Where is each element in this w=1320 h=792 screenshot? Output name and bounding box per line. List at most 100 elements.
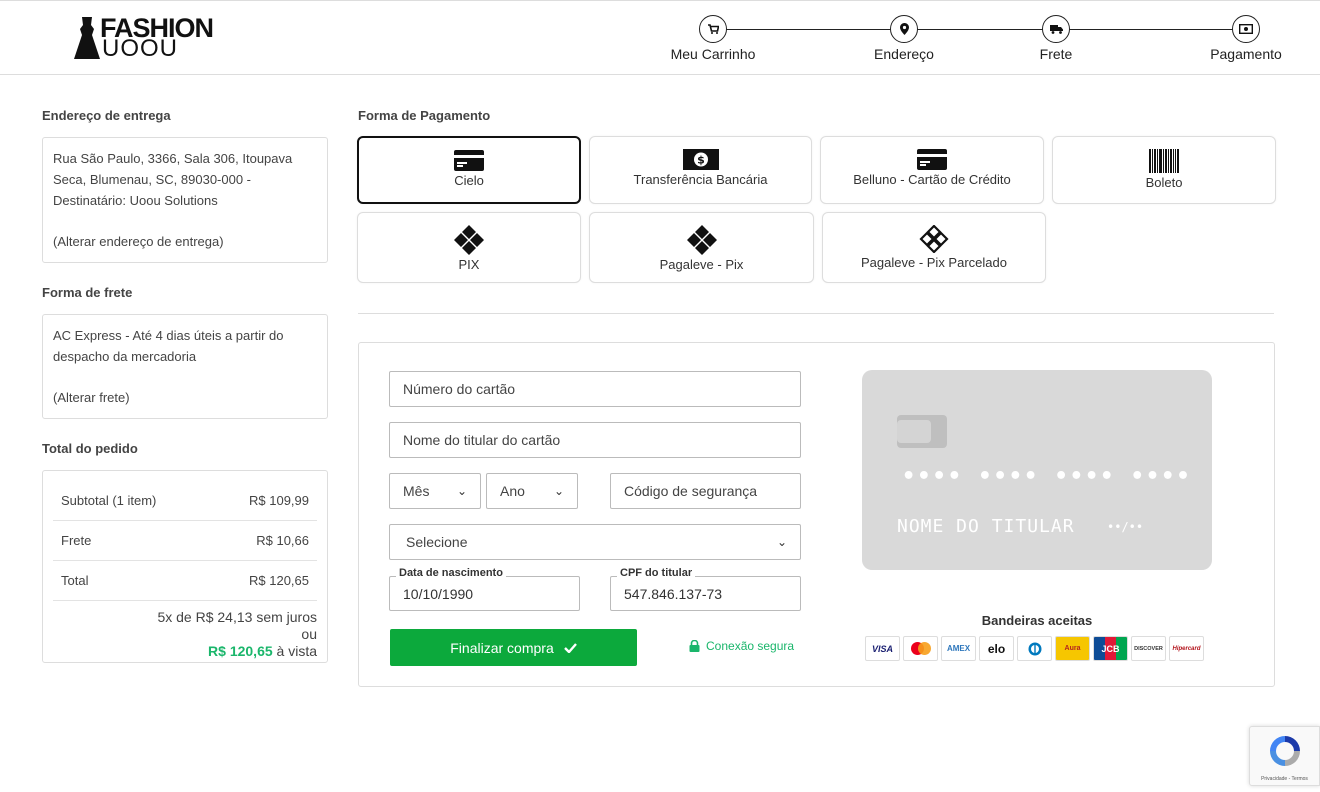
logo-text-bottom: UOOU (102, 35, 178, 62)
payment-method-belluno[interactable]: Belluno - Cartão de Crédito (820, 136, 1044, 204)
card-preview-holder: NOME DO TITULAR (897, 516, 1075, 537)
card-preview: •••• •••• •••• •••• NOME DO TITULAR ••/•… (862, 370, 1212, 570)
card-name-input[interactable]: Nome do titular do cartão (389, 422, 801, 458)
secure-text: Conexão segura (706, 639, 795, 653)
accepted-brands: VISA AMEX elo Aura JCB DISCOVER Hipercar… (865, 636, 1204, 661)
visa-icon: VISA (865, 636, 900, 661)
birth-date-input[interactable]: Data de nascimento 10/10/1990 (389, 567, 580, 611)
card-preview-number: •••• •••• •••• •••• (902, 464, 1192, 489)
summary-value: R$ 120,65 (249, 573, 309, 588)
barcode-icon (1149, 149, 1179, 173)
chevron-down-icon: ⌄ (553, 484, 564, 498)
summary-label: Subtotal (1 item) (61, 493, 157, 508)
step-cart[interactable]: Meu Carrinho (653, 15, 773, 62)
map-pin-icon (890, 15, 918, 43)
month-select-value: Mês (403, 483, 430, 499)
payment-method-name: Belluno - Cartão de Crédito (853, 172, 1011, 187)
lock-icon (689, 640, 700, 652)
payment-title: Forma de Pagamento (358, 108, 491, 123)
change-shipping-link[interactable]: (Alterar frete) (53, 387, 317, 408)
payment-method-boleto[interactable]: Boleto (1052, 136, 1276, 204)
cvv-input[interactable]: Código de segurança (610, 473, 801, 509)
step-label: Frete (1039, 46, 1073, 62)
payment-method-name: Pagaleve - Pix (659, 257, 744, 272)
summary-row-shipping: Frete R$ 10,66 (53, 521, 317, 561)
address-title: Endereço de entrega (42, 108, 171, 123)
chevron-down-icon: ⌄ (456, 484, 467, 498)
pix-icon (454, 225, 484, 255)
installments-info: 5x de R$ 24,13 sem juros ou R$ 120,65 à … (53, 601, 317, 660)
cash-price: R$ 120,65 (208, 643, 273, 659)
summary-value: R$ 10,66 (256, 533, 309, 548)
card-preview-expiry: ••/•• (1107, 520, 1144, 534)
shipping-box: AC Express - Até 4 dias úteis a partir d… (42, 314, 328, 419)
year-select-value: Ano (500, 483, 525, 499)
address-box: Rua São Paulo, 3366, Sala 306, Itoupava … (42, 137, 328, 263)
finish-button-label: Finalizar compra (450, 639, 554, 656)
birth-date-value: 10/10/1990 (403, 585, 474, 602)
svg-text:$: $ (697, 154, 705, 167)
header: FASHION UOOU Meu Carrinho Endereço Frete (0, 1, 1320, 75)
payment-method-name: Transferência Bancária (633, 172, 768, 187)
change-address-link[interactable]: (Alterar endereço de entrega) (53, 231, 317, 252)
card-form: Número do cartão Nome do titular do cart… (358, 342, 1275, 687)
pix-icon (686, 225, 717, 255)
recaptcha-badge[interactable]: Privacidade - Termos (1249, 726, 1320, 786)
store-logo[interactable]: FASHION UOOU (72, 13, 214, 63)
birth-date-label: Data de nascimento (396, 567, 506, 579)
section-divider (358, 313, 1274, 314)
payment-method-pix[interactable]: PIX (357, 212, 581, 283)
secure-connection: Conexão segura (689, 639, 794, 653)
address-text: Rua São Paulo, 3366, Sala 306, Itoupava … (53, 151, 293, 208)
payment-method-name: Cielo (454, 173, 484, 188)
installments-or: ou (301, 626, 317, 642)
recaptcha-icon (1269, 736, 1300, 766)
money-icon (1232, 15, 1260, 43)
hipercard-icon: Hipercard (1169, 636, 1204, 661)
aura-icon: Aura (1055, 636, 1090, 661)
cart-icon (699, 15, 727, 43)
payment-method-name: Boleto (1145, 175, 1183, 190)
month-select[interactable]: Mês ⌄ (389, 473, 481, 509)
discover-icon: DISCOVER (1131, 636, 1166, 661)
summary-label: Total (61, 573, 89, 588)
dress-icon (74, 17, 100, 59)
money-bill-icon: $ (682, 149, 719, 170)
payment-method-bank-transfer[interactable]: $ Transferência Bancária (589, 136, 812, 204)
cpf-input[interactable]: CPF do titular 547.846.137-73 (610, 567, 801, 611)
elo-icon: elo (979, 636, 1014, 661)
step-label: Meu Carrinho (670, 46, 756, 62)
checkout-steps: Meu Carrinho Endereço Frete Pagamento (671, 15, 1282, 65)
mastercard-icon (903, 636, 938, 661)
payment-method-cielo[interactable]: Cielo (357, 136, 581, 204)
recaptcha-links[interactable]: Privacidade - Termos (1250, 776, 1319, 782)
summary-row-subtotal: Subtotal (1 item) R$ 109,99 (53, 481, 317, 521)
year-select[interactable]: Ano ⌄ (486, 473, 578, 509)
installments-select[interactable]: Selecione ⌄ (389, 524, 801, 560)
summary-label: Frete (61, 533, 92, 548)
credit-card-icon (454, 150, 484, 171)
payment-method-pagaleve-pix[interactable]: Pagaleve - Pix (589, 212, 814, 283)
cash-suffix: à vista (272, 643, 317, 659)
order-summary-box: Subtotal (1 item) R$ 109,99 Frete R$ 10,… (42, 470, 328, 663)
steps-line (708, 29, 1252, 30)
truck-icon (1042, 15, 1070, 43)
installments-text: 5x de R$ 24,13 sem juros (157, 609, 317, 625)
payment-method-name: PIX (458, 257, 480, 272)
payment-method-pagaleve-pix-parcelado[interactable]: Pagaleve - Pix Parcelado (822, 212, 1046, 283)
step-label: Endereço (874, 46, 934, 62)
step-address[interactable]: Endereço (844, 15, 964, 62)
step-label: Pagamento (1210, 46, 1282, 62)
amex-icon: AMEX (941, 636, 976, 661)
step-shipping[interactable]: Frete (996, 15, 1116, 62)
jcb-icon: JCB (1093, 636, 1128, 661)
summary-row-total: Total R$ 120,65 (53, 561, 317, 601)
order-total-title: Total do pedido (42, 441, 138, 456)
shipping-text: AC Express - Até 4 dias úteis a partir d… (53, 328, 284, 364)
pix-installment-icon (919, 225, 949, 253)
card-number-input[interactable]: Número do cartão (389, 371, 801, 407)
cpf-label: CPF do titular (617, 567, 696, 579)
step-payment[interactable]: Pagamento (1186, 15, 1306, 62)
shipping-title: Forma de frete (42, 285, 133, 300)
finish-purchase-button[interactable]: Finalizar compra (390, 629, 637, 666)
